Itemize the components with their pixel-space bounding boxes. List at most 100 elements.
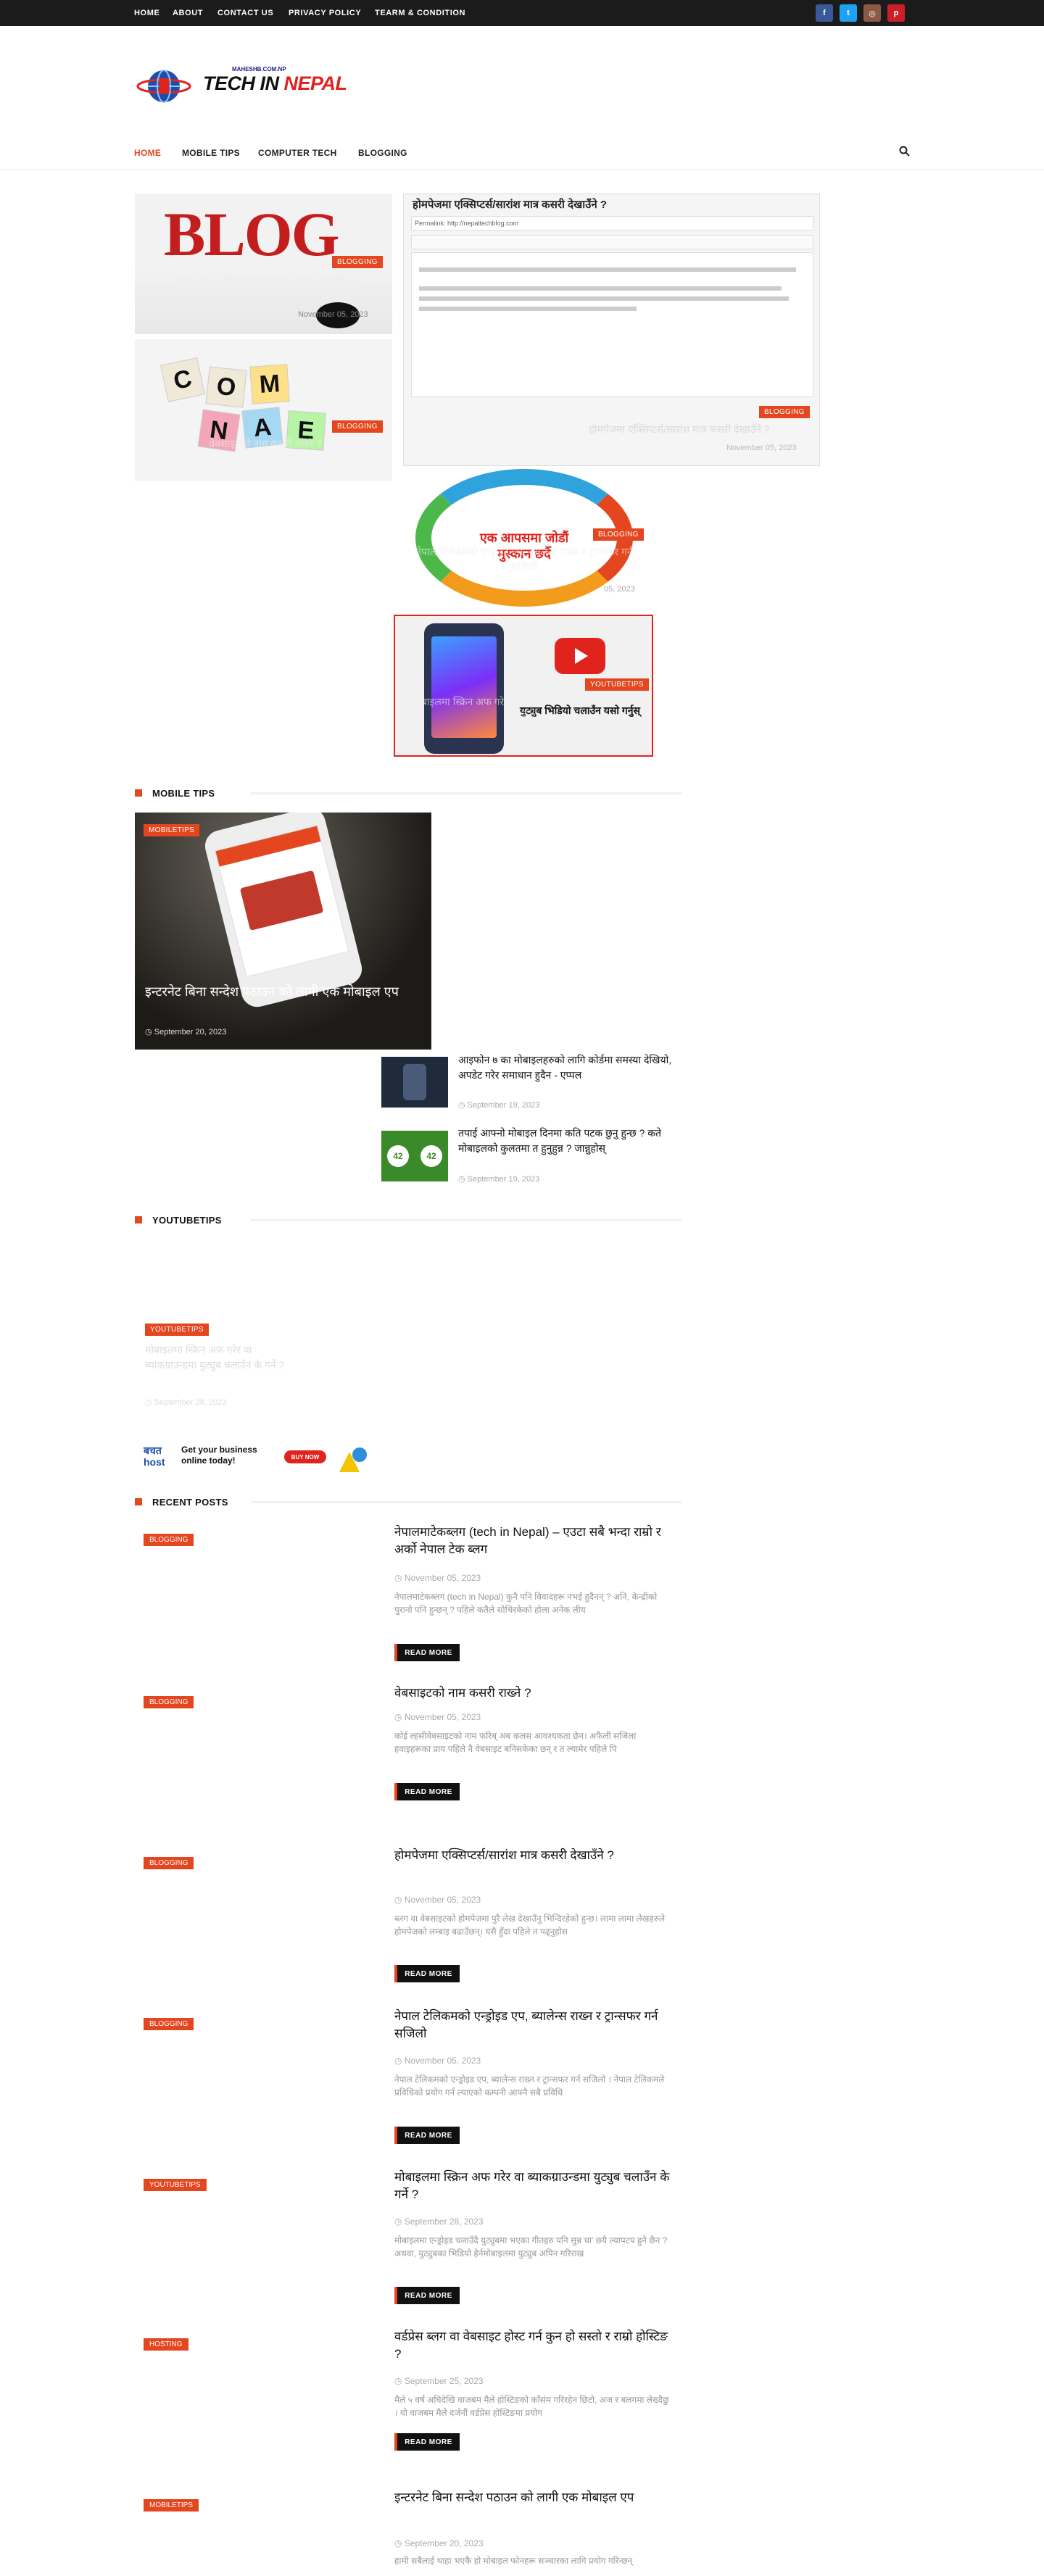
post-thumbnail[interactable] — [381, 1057, 448, 1108]
post-date: ◷ September 28, 2023 — [145, 1398, 227, 1407]
nav-divider — [0, 169, 1044, 170]
post-excerpt: कोई ल्हसीवेबसाइटको नाम फरिब् अब कलस आवश्… — [394, 1731, 637, 1754]
nav-home[interactable]: HOME — [134, 148, 161, 158]
recent-post-title[interactable]: होमपेजमा एक्सिप्टर्स/सारांश मात्र कसरी द… — [394, 1847, 670, 1864]
top-link-about[interactable]: ABOUT — [173, 9, 203, 17]
ad-text: Get your business online today! — [181, 1445, 257, 1466]
read-more-button[interactable]: READ MORE — [394, 1644, 460, 1661]
read-more-button[interactable]: READ MORE — [394, 1965, 460, 1982]
read-more-button[interactable]: READ MORE — [394, 2287, 460, 2304]
clock-icon: ◷ — [458, 1101, 468, 1110]
featured-title[interactable]: होमपेजमा एक्सिप्टर्स/सारांश मात्र कसरी द… — [542, 422, 817, 436]
post-date: ◷ September 19, 2023 — [458, 1101, 540, 1110]
twitter-icon[interactable]: t — [840, 4, 857, 22]
featured-post-4[interactable]: एक आपसमा जोडौं मुस्कान छर्दै BLOGGING ने… — [394, 466, 653, 608]
post-badge[interactable]: BLOGGING — [144, 1696, 194, 1708]
post-badge[interactable]: BLOGGING — [144, 1534, 194, 1546]
featured-title[interactable]: वेबसाइटको नाम कसरी राख्ने ? — [149, 436, 381, 451]
post-date: ◷ September 25, 2023 — [394, 2376, 484, 2386]
read-more-button[interactable]: READ MORE — [394, 2127, 460, 2144]
top-link-terms[interactable]: TEARM & CONDITION — [375, 9, 465, 17]
post-badge[interactable]: HOSTING — [144, 2338, 188, 2351]
featured-post-1[interactable]: BLOG BLOGGING होमपेजमा एक्सिप्टर्स/सारां… — [135, 194, 392, 334]
featured-date: 05, 2023 — [604, 585, 635, 594]
recent-post-title[interactable]: वर्डप्रेस ब्लग वा वेबसाइट होस्ट गर्न कुन… — [394, 2328, 670, 2363]
post-date: ◷ November 05, 2023 — [394, 1573, 481, 1583]
featured-badge[interactable]: BLOGGING — [759, 406, 810, 418]
featured-title[interactable]: मोबाइलमा स्क्रिन अफ गरेर वा ब्याकग्राउन्… — [410, 694, 642, 723]
featured-badge[interactable]: BLOGGING — [593, 528, 644, 541]
post-date: ◷ November 05, 2023 — [394, 1895, 481, 1905]
top-link-contact[interactable]: CONTACT US — [218, 9, 273, 17]
recent-post-title[interactable]: वेबसाइटको नाम कसरी राख्ने ? — [394, 1684, 670, 1702]
featured-title[interactable]: नेपाल टेलिकमको एन्ड्रोइड एप, ब्यालेन्स र… — [408, 544, 640, 573]
post-badge[interactable]: MOBILETIPS — [144, 2499, 199, 2511]
post-date: ◷ November 05, 2023 — [394, 1712, 481, 1722]
facebook-icon[interactable]: f — [816, 4, 833, 22]
logo-title-accent: NEPAL — [283, 72, 348, 94]
mobile-tips-post-title[interactable]: तपाई आफ्नो मोबाइल दिनमा कति पटक छुनु हुन… — [458, 1126, 676, 1156]
editor-title: होमपेजमा एक्सिप्टर्स/सारांश मात्र कसरी द… — [413, 199, 608, 211]
featured-post-3[interactable]: होमपेजमा एक्सिप्टर्स/सारांश मात्र कसरी द… — [403, 194, 820, 466]
post-title[interactable]: मोबाइलमा स्क्रिन अफ गरेर वा ब्याकग्राउन्… — [145, 1342, 297, 1373]
nav-mobile-tips[interactable]: MOBILE TIPS — [182, 148, 240, 158]
nav-computer-tech[interactable]: COMPUTER TECH — [258, 148, 337, 158]
search-icon[interactable] — [899, 146, 910, 157]
featured-post-2[interactable]: C O M N A E BLOGGING वेबसाइटको नाम कसरी … — [135, 339, 392, 481]
post-thumbnail[interactable]: 42 42 — [381, 1131, 448, 1181]
featured-title[interactable]: होमपेजमा एक्सिप्टर्स/सारांश मात्र कसरी द… — [149, 272, 381, 286]
featured-badge[interactable]: YOUTUBETIPS — [585, 678, 649, 691]
featured-post-5[interactable]: युट्युब भिडियो चलाउँन यसो गर्नुस् YOUTUB… — [394, 615, 653, 757]
clock-icon: ◷ — [394, 1712, 405, 1722]
clock-icon: ◷ — [394, 2056, 405, 2066]
nav-blogging[interactable]: BLOGGING — [358, 148, 407, 158]
ad-brand: बचत host — [144, 1445, 165, 1468]
globe-icon — [136, 70, 191, 103]
featured-image-text: BLOG — [164, 199, 340, 269]
post-excerpt: ब्लग वा वेबसाइटको होमपेजमा पुरै लेख देखा… — [394, 1914, 666, 1937]
post-badge[interactable]: BLOGGING — [144, 1857, 194, 1869]
featured-date: November 05, 2023 — [726, 444, 797, 452]
post-date: ◷ September 20, 2023 — [394, 2538, 484, 2548]
post-badge[interactable]: BLOGGING — [144, 2018, 194, 2030]
recent-post-title[interactable]: नेपालमाटेकब्लग (tech in Nepal) – एउटा सब… — [394, 1524, 670, 1558]
mobile-tips-heading: MOBILE TIPS — [135, 788, 682, 799]
recent-post-title[interactable]: नेपाल टेलिकमको एन्ड्रोइड एप, ब्यालेन्स र… — [394, 2008, 670, 2043]
clock-icon: ◷ — [394, 1573, 405, 1583]
ad-banner[interactable]: बचत host Get your business online today!… — [135, 1437, 378, 1476]
instagram-icon[interactable]: ◎ — [863, 4, 881, 22]
read-more-button[interactable]: READ MORE — [394, 2433, 460, 2451]
recent-posts-heading: RECENT POSTS — [135, 1497, 682, 1508]
post-date: ◷ September 28, 2023 — [394, 2216, 484, 2227]
clock-icon: ◷ — [458, 1175, 468, 1184]
post-title[interactable]: इन्टरनेट बिना सन्देश पठाउन को लागी एक मो… — [145, 982, 420, 1001]
mobile-tips-post-title[interactable]: आइफोन ७ का मोबाइलहरुको लागि कोर्डमा समस्… — [458, 1052, 676, 1083]
post-excerpt: हामी सबैलाई थाहा भएकै हो मोबाइल फोनहरू स… — [394, 2556, 633, 2566]
mobile-tips-main-post[interactable]: MOBILETIPS इन्टरनेट बिना सन्देश पठाउन को… — [135, 813, 431, 1050]
post-badge[interactable]: MOBILETIPS — [144, 824, 200, 836]
clock-icon: ◷ — [394, 1895, 405, 1905]
recent-post-title[interactable]: मोबाइलमा स्क्रिन अफ गरेर वा ब्याकग्राउन्… — [394, 2169, 670, 2203]
top-link-privacy[interactable]: PRIVACY POLICY — [289, 9, 361, 17]
recent-post-title[interactable]: इन्टरनेट बिना सन्देश पठाउन को लागी एक मो… — [394, 2489, 670, 2506]
pinterest-icon[interactable]: p — [887, 4, 905, 22]
post-badge[interactable]: YOUTUBETIPS — [145, 1324, 209, 1336]
post-date: ◷ September 19, 2023 — [458, 1175, 540, 1184]
clock-icon: ◷ — [394, 2538, 405, 2548]
logo-title: TECH IN NEPAL — [203, 72, 348, 94]
post-badge[interactable]: YOUTUBETIPS — [144, 2179, 207, 2191]
featured-badge[interactable]: BLOGGING — [332, 256, 383, 268]
youtube-icon — [555, 638, 605, 674]
read-more-button[interactable]: READ MORE — [394, 1783, 460, 1800]
post-excerpt: नेपाल टेलिकमको एन्ड्रोइड एप, ब्यालेन्स र… — [394, 2074, 665, 2098]
clock-icon: ◷ — [394, 2216, 405, 2227]
clock-icon: ◷ — [145, 1028, 154, 1036]
clock-icon: ◷ — [145, 1398, 154, 1407]
featured-badge[interactable]: BLOGGING — [332, 420, 383, 433]
clock-icon: ◷ — [394, 2376, 405, 2386]
top-bar: HOME ABOUT CONTACT US PRIVACY POLICY TEA… — [0, 0, 1044, 26]
post-date: ◷ November 05, 2023 — [394, 2056, 481, 2066]
post-excerpt: नेपालमाटेकब्लग (tech in Nepal) कुनै पनि … — [394, 1592, 658, 1615]
ad-buy-button[interactable]: BUY NOW — [284, 1450, 326, 1463]
top-link-home[interactable]: HOME — [134, 9, 160, 17]
